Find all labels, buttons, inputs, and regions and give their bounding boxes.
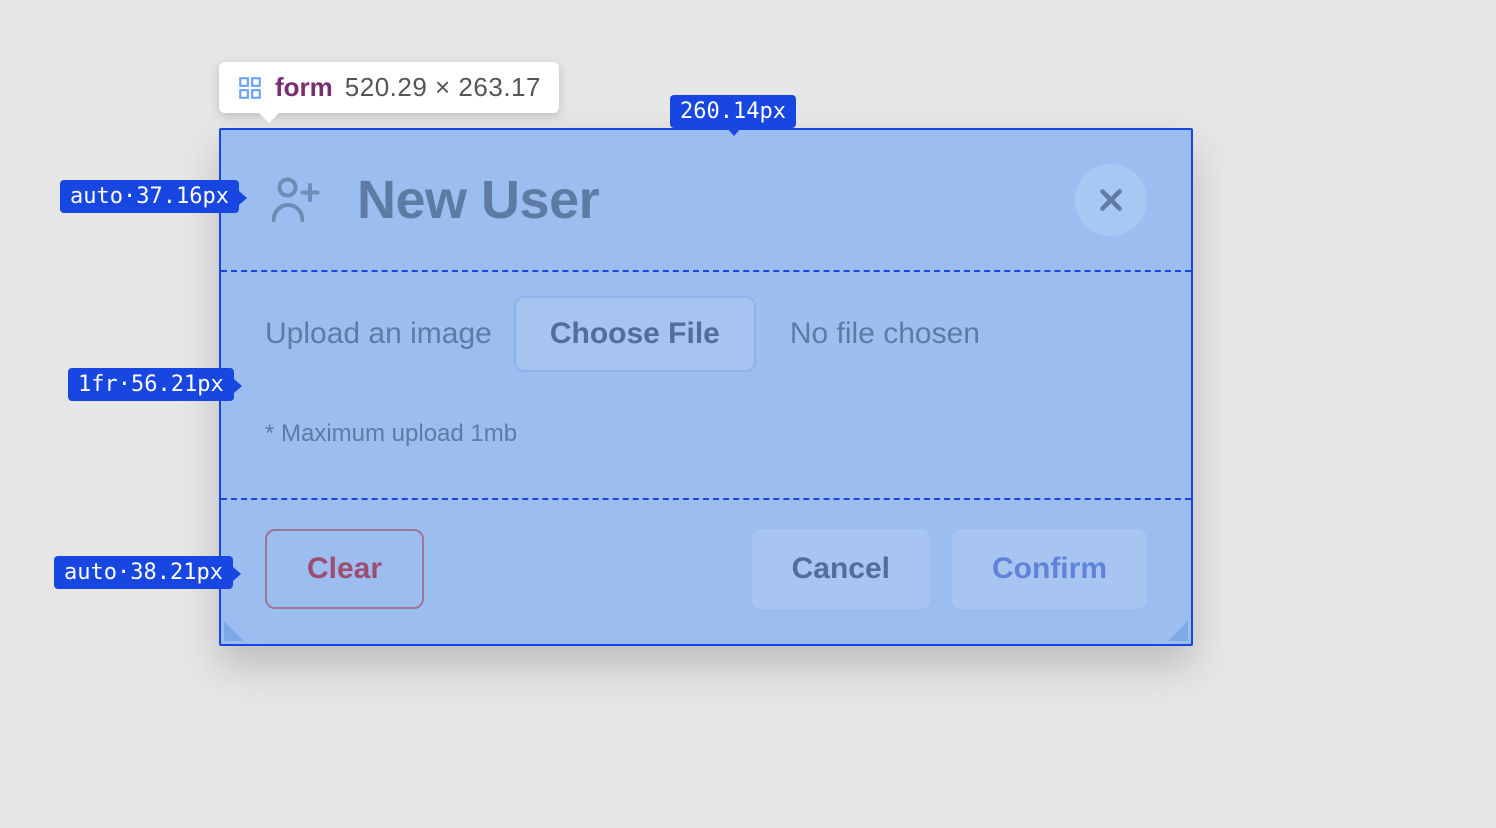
upload-hint: * Maximum upload 1mb — [265, 420, 1147, 448]
grid-row-footer-size-badge: auto·38.21px — [54, 556, 233, 589]
form-body: Upload an image Choose File No file chos… — [221, 270, 1191, 494]
grid-corner-marker — [224, 621, 244, 641]
file-input[interactable]: Choose File No file chosen — [514, 296, 1147, 372]
clear-button[interactable]: Clear — [265, 529, 424, 609]
form-header: New User — [221, 130, 1191, 270]
form-footer: Clear Cancel Confirm — [221, 494, 1191, 644]
close-icon — [1094, 183, 1128, 217]
confirm-button[interactable]: Confirm — [952, 529, 1147, 609]
grid-icon — [237, 75, 263, 101]
inspect-dimensions: 520.29 × 263.17 — [345, 72, 541, 103]
grid-corner-marker — [1168, 621, 1188, 641]
grid-row-header-size-badge: auto·37.16px — [60, 180, 239, 213]
user-plus-icon — [265, 170, 325, 230]
grid-column-size-badge: 260.14px — [670, 95, 796, 128]
form-title: New User — [357, 169, 1043, 231]
grid-overlay-line — [221, 270, 1191, 272]
new-user-form: New User Upload an image Choose File No … — [219, 128, 1193, 646]
upload-row: Upload an image Choose File No file chos… — [265, 296, 1147, 372]
cancel-button[interactable]: Cancel — [752, 529, 930, 609]
close-button[interactable] — [1075, 164, 1147, 236]
upload-label: Upload an image — [265, 317, 492, 351]
file-chosen-text: No file chosen — [756, 296, 1147, 372]
inspect-tag-name: form — [275, 72, 333, 103]
devtools-inspect-tooltip: form 520.29 × 263.17 — [219, 62, 559, 113]
choose-file-button[interactable]: Choose File — [514, 296, 756, 372]
grid-overlay-line — [221, 498, 1191, 500]
grid-row-body-size-badge: 1fr·56.21px — [68, 368, 234, 401]
